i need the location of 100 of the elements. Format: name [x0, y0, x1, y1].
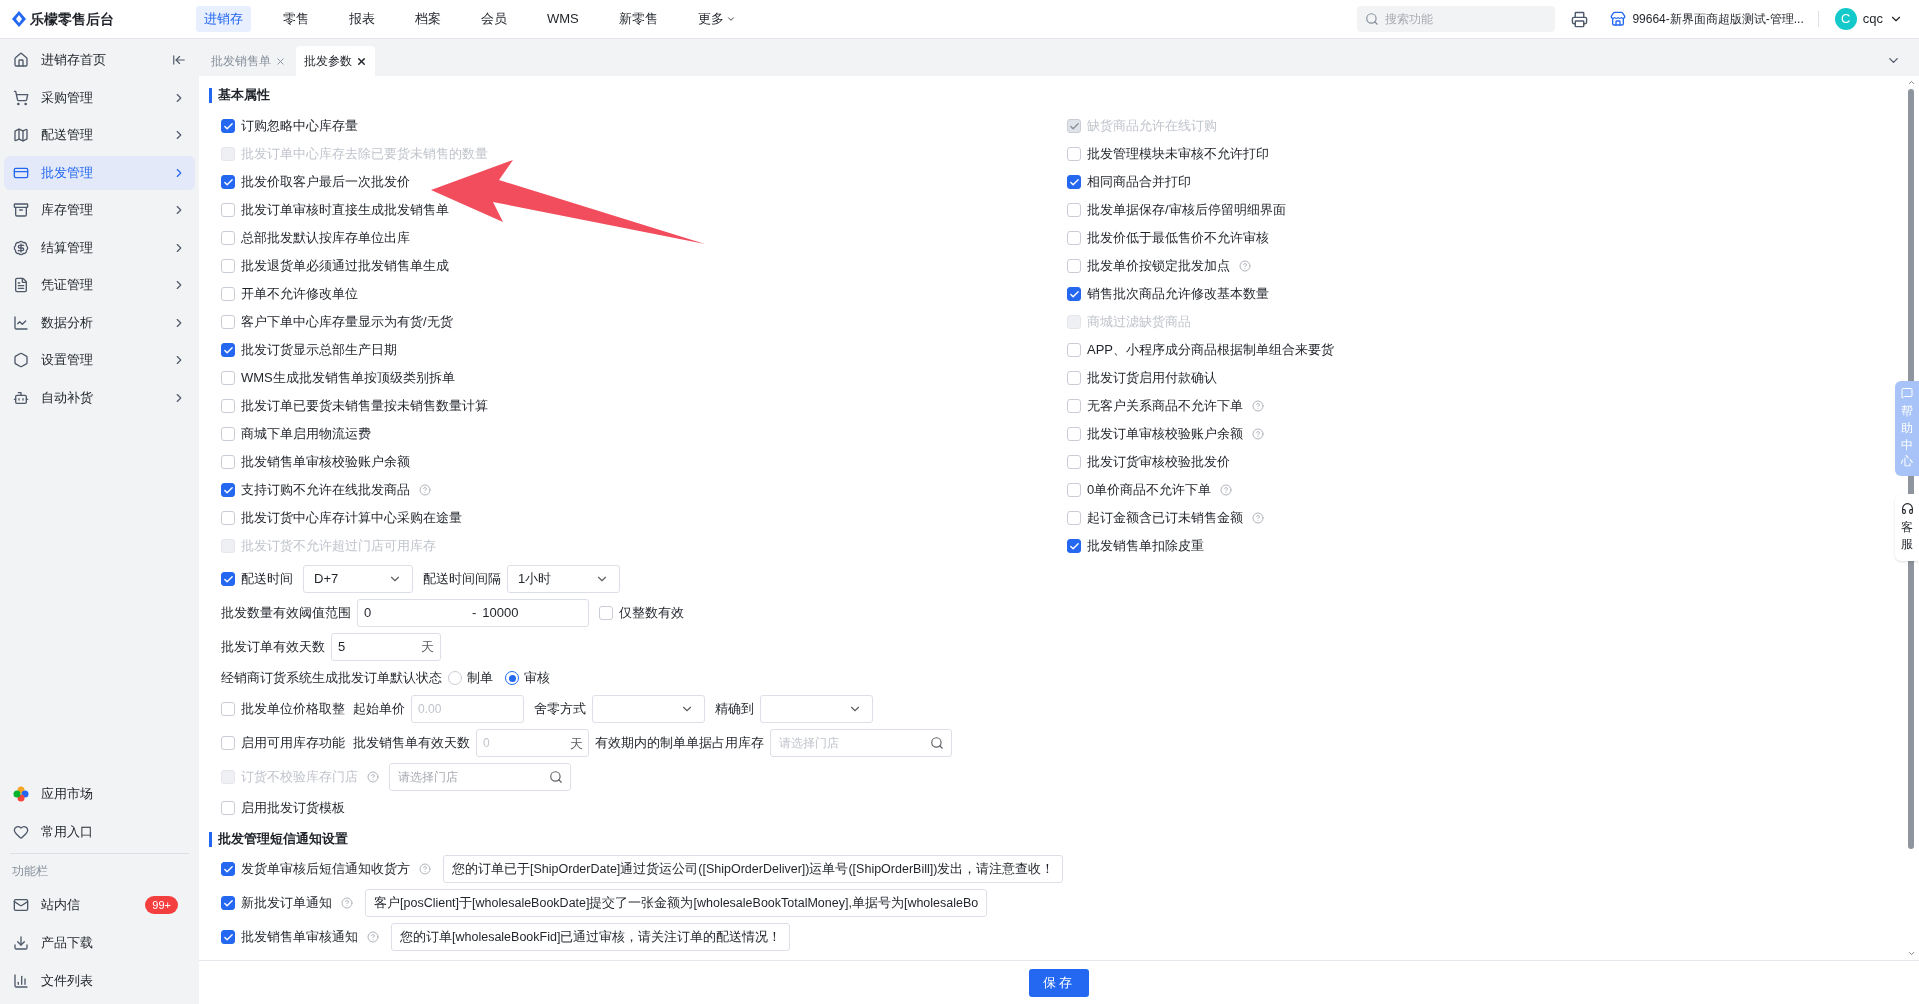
help-icon: [341, 897, 353, 909]
save-button[interactable]: 保存: [1029, 968, 1089, 997]
sidebar-item[interactable]: 进销存首页: [4, 43, 195, 77]
option-label: 新批发订单通知: [241, 894, 332, 913]
sidebar-item[interactable]: 应用市场: [4, 775, 195, 813]
field-label: 批发销售单有效天数: [353, 734, 470, 753]
sidebar-item[interactable]: 批发管理: [4, 155, 195, 190]
sidebar-item[interactable]: 产品下载: [4, 924, 195, 962]
checkbox[interactable]: [221, 930, 235, 944]
sidebar-item[interactable]: 凭证管理: [4, 268, 195, 302]
option-label: 批发价低于最低售价不允许审核: [1087, 229, 1269, 248]
collapse-icon[interactable]: [172, 53, 186, 67]
printer-icon[interactable]: [1571, 10, 1589, 28]
page-tab[interactable]: 批发参数: [296, 46, 375, 76]
logo-icon: [12, 11, 26, 27]
scroll-up-icon[interactable]: [1906, 78, 1916, 87]
option-label: 无客户关系商品不允许下单: [1087, 397, 1243, 416]
option-label: 起订金额含已订未销售金额: [1087, 509, 1243, 528]
days-field[interactable]: 5 天: [331, 633, 441, 661]
store-name[interactable]: 99664-新界面商超版测试-管理...: [1632, 10, 1804, 28]
option-label: 批发订货显示总部生产日期: [241, 341, 397, 360]
sidebar-item[interactable]: 采购管理: [4, 80, 195, 115]
store-icon: [1610, 11, 1627, 27]
option-label: 商城下单启用物流运费: [241, 425, 371, 444]
search-icon: [1365, 12, 1380, 26]
checkbox[interactable]: [221, 175, 235, 189]
checkbox[interactable]: [221, 862, 235, 876]
option-label: 缺货商品允许在线订购: [1087, 117, 1217, 136]
sidebar-item[interactable]: 文件列表: [4, 962, 195, 1000]
app-title: 乐檬零售后台: [30, 9, 114, 29]
box-icon: [13, 202, 29, 218]
close-icon[interactable]: [356, 55, 367, 67]
option-label: WMS生成批发销售单按顶级类别拆单: [241, 369, 455, 388]
sidebar-item[interactable]: 常用入口: [4, 813, 195, 851]
sidebar-item[interactable]: 自动补货: [4, 380, 195, 415]
nav-tab[interactable]: 会员: [473, 6, 515, 32]
option-label: 批发单据保存/审核后停留明细界面: [1087, 201, 1286, 220]
select-field[interactable]: [760, 695, 873, 723]
range-field[interactable]: 0 - 10000: [357, 599, 589, 627]
sidebar-item[interactable]: 配送管理: [4, 118, 195, 152]
customer-service-tab[interactable]: 客服: [1895, 494, 1919, 561]
nav-tab[interactable]: 进销存: [196, 6, 251, 32]
option-label: 批发订单审核时直接生成批发销售单: [241, 201, 449, 220]
checkbox[interactable]: [221, 119, 235, 133]
heart-icon: [13, 824, 29, 840]
scroll-down-icon[interactable]: [1906, 949, 1916, 958]
document-icon: [13, 277, 29, 293]
option-label: 相同商品合并打印: [1087, 173, 1191, 192]
message-template-field[interactable]: 客户[posClient]于[wholesaleBookDate]提交了一张金额为[wholesaleBookTotalMoney],单据号为[wholesaleBo: [365, 889, 988, 917]
help-icon: [1252, 512, 1264, 524]
section-title: 批发管理短信通知设置: [218, 830, 348, 849]
price-field[interactable]: 0.00: [411, 695, 524, 723]
checkbox[interactable]: [1067, 287, 1081, 301]
message-template-field[interactable]: 您的订单已于[ShipOrderDate]通过货运公司([ShipOrderDeliver])运单号([ShipOrderBill])发出，请注意查收！: [443, 855, 1064, 883]
sidebar-item[interactable]: 库存管理: [4, 193, 195, 227]
checkbox[interactable]: [221, 896, 235, 910]
checkbox[interactable]: [1067, 175, 1081, 189]
headset-icon: [1900, 502, 1914, 516]
field-label: 舍零方式: [534, 700, 586, 719]
select-field[interactable]: D+7: [303, 565, 413, 593]
field-label: 启用可用库存功能: [241, 734, 345, 753]
option-label: 销售批次商品允许修改基本数量: [1087, 285, 1269, 304]
help-icon: [367, 771, 379, 783]
app-market-icon: [13, 786, 29, 802]
sidebar-item[interactable]: 设置管理: [4, 343, 195, 377]
user-name[interactable]: cqc: [1862, 9, 1883, 29]
sidebar-item[interactable]: 站内信 99+: [4, 886, 195, 924]
message-template-field[interactable]: 您的订单[wholesaleBookFid]已通过审核，请关注订单的配送情况！: [391, 923, 791, 951]
hexagon-icon: [13, 352, 29, 368]
option-label: 批发订货中心库存计算中心采购在途量: [241, 509, 462, 528]
chat-icon: [1901, 387, 1913, 399]
nav-tab[interactable]: 零售: [275, 6, 317, 32]
sidebar-item[interactable]: 结算管理: [4, 230, 195, 265]
field-label: 批发订单有效天数: [221, 638, 325, 657]
checkbox[interactable]: [221, 483, 235, 497]
nav-tab[interactable]: WMS: [539, 6, 587, 32]
sidebar-item[interactable]: 数据分析: [4, 305, 195, 340]
field-label: 起始单价: [353, 700, 405, 719]
checkbox[interactable]: [1067, 539, 1081, 553]
nav-tab[interactable]: 更多: [689, 6, 744, 32]
checkbox[interactable]: [221, 343, 235, 357]
home-icon: [13, 52, 29, 68]
select-field[interactable]: 1小时: [507, 565, 620, 593]
nav-tab[interactable]: 报表: [341, 6, 383, 32]
checkbox[interactable]: [221, 572, 235, 586]
field-label: 配送时间: [241, 570, 293, 589]
help-icon: [1252, 428, 1264, 440]
help-icon: [1220, 484, 1233, 496]
cart-icon: [13, 89, 29, 106]
option-label: 批发订单中心库存去除已要货未销售的数量: [241, 145, 488, 164]
select-field[interactable]: [592, 695, 705, 723]
option-label: 总部批发默认按库存单位出库: [241, 229, 410, 248]
dollar-icon: [13, 239, 29, 256]
nav-tab[interactable]: 新零售: [610, 6, 666, 32]
store-select-field[interactable]: 请选择门店: [770, 729, 952, 757]
option-label: 发货单审核后短信通知收货方: [241, 860, 410, 879]
search-field[interactable]: 搜索功能: [1357, 6, 1556, 32]
field-label: 批发单位价格取整: [241, 700, 345, 719]
map-icon: [13, 127, 29, 143]
nav-tab[interactable]: 档案: [407, 6, 449, 32]
